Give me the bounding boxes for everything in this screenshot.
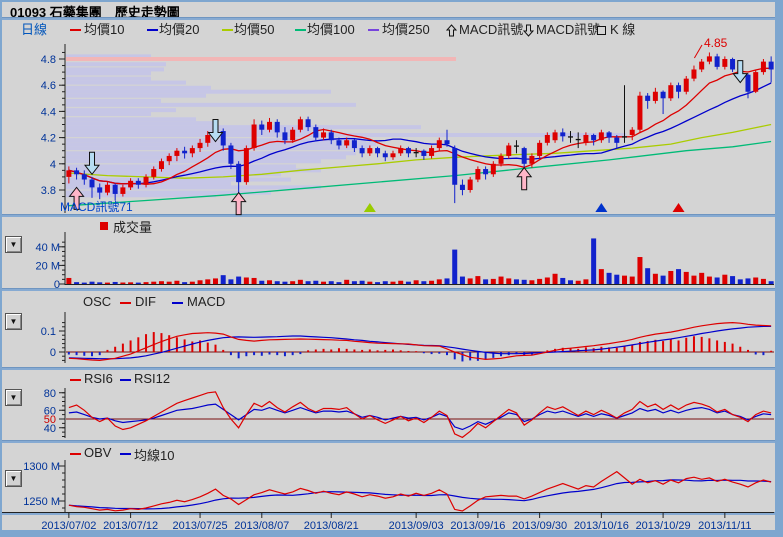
svg-text:40: 40 xyxy=(44,423,56,435)
macd-legend-macd: MACD xyxy=(187,294,225,309)
separator xyxy=(2,288,775,291)
svg-text:4.6: 4.6 xyxy=(41,80,56,92)
rsi-legend-rsi6: RSI6 xyxy=(84,371,113,386)
legend-macd-signal-up[interactable]: MACD訊號 xyxy=(459,19,523,41)
svg-text:40 M: 40 M xyxy=(36,242,60,254)
macd-legend-dif: DIF xyxy=(135,294,156,309)
macd-dash-icon xyxy=(172,302,183,304)
rsi-legend-rsi12: RSI12 xyxy=(134,371,170,386)
svg-text:1300 M: 1300 M xyxy=(23,461,60,473)
svg-text:4.2: 4.2 xyxy=(41,133,56,145)
kline-icon xyxy=(597,26,606,35)
legend-ma250[interactable]: 均價250 xyxy=(382,19,430,41)
svg-text:80: 80 xyxy=(44,388,56,400)
chart-legend: 日線 均價10 均價20 均價50 均價100 均價250 MACD訊號 MAC… xyxy=(2,19,773,41)
legend-ma20[interactable]: 均價20 xyxy=(159,19,199,41)
obv-panel[interactable]: 1300 M 1250 M xyxy=(2,460,774,513)
svg-text:20 M: 20 M xyxy=(36,260,60,272)
chart-canvas[interactable]: 4.8 4.6 4.4 4.2 4 3.8 40 M 20 M 00.10 80 605040 130… xyxy=(0,0,783,537)
collapse-macd-button[interactable]: ▼ xyxy=(5,313,22,330)
svg-text:1250 M: 1250 M xyxy=(23,496,60,508)
period-selector[interactable]: 日線 xyxy=(21,19,47,41)
stock-chart-window: 01093 石藥集團 歷史走勢圖 日線 均價10 均價20 均價50 均價100… xyxy=(0,0,783,537)
separator xyxy=(2,440,775,443)
window-border xyxy=(0,0,783,2)
macd-signal-count-label: MACD訊號71 xyxy=(60,198,133,215)
main-price-chart[interactable]: 4.8 4.6 4.4 4.2 4 3.8 xyxy=(41,44,774,215)
volume-legend-icon xyxy=(100,222,108,230)
window-title: 01093 石藥集團 歷史走勢圖 xyxy=(2,2,781,17)
separator xyxy=(2,512,775,515)
window-border xyxy=(775,0,783,537)
macd-legend-osc: OSC xyxy=(83,294,111,309)
legend-ma50[interactable]: 均價50 xyxy=(234,19,274,41)
svg-text:0.1: 0.1 xyxy=(41,326,56,338)
ma20-dash-icon xyxy=(147,29,158,31)
separator xyxy=(2,367,775,370)
legend-ma10[interactable]: 均價10 xyxy=(84,19,124,41)
obv-dash-icon xyxy=(70,453,81,455)
svg-text:60: 60 xyxy=(44,405,56,417)
svg-text:3.8: 3.8 xyxy=(41,185,56,197)
rsi12-dash-icon xyxy=(120,379,131,381)
svg-text:4.8: 4.8 xyxy=(41,54,56,66)
ma100-dash-icon xyxy=(295,29,306,31)
window-border xyxy=(0,0,2,537)
macd-panel[interactable]: 0.10 xyxy=(41,312,774,363)
price-annotation: 4.85 xyxy=(704,36,727,50)
ma50-dash-icon xyxy=(222,29,233,31)
svg-text:0: 0 xyxy=(50,347,56,359)
volume-legend: 成交量 xyxy=(113,217,152,236)
ma10-dash-icon xyxy=(70,29,81,31)
obv-legend-ma10: 均線10 xyxy=(134,445,174,464)
obv-ma-dash-icon xyxy=(120,453,131,455)
separator xyxy=(2,17,775,20)
dif-dash-icon xyxy=(120,302,131,304)
collapse-volume-button[interactable]: ▼ xyxy=(5,236,22,253)
legend-ma100[interactable]: 均價100 xyxy=(307,19,355,41)
collapse-rsi-button[interactable]: ▼ xyxy=(5,389,22,406)
obv-legend-obv: OBV xyxy=(84,445,111,460)
svg-text:4.4: 4.4 xyxy=(41,106,56,118)
svg-text:4: 4 xyxy=(50,159,56,171)
svg-text:50: 50 xyxy=(44,414,56,426)
volume-panel[interactable]: 40 M20 M0 xyxy=(36,232,774,291)
legend-kline[interactable]: K 線 xyxy=(610,19,635,41)
legend-macd-signal-down[interactable]: MACD訊號 xyxy=(536,19,600,41)
rsi-panel[interactable]: 80 605040 xyxy=(44,388,774,438)
window-border xyxy=(0,530,783,537)
ma250-dash-icon xyxy=(368,29,379,31)
rsi6-dash-icon xyxy=(70,379,81,381)
collapse-obv-button[interactable]: ▼ xyxy=(5,470,22,487)
